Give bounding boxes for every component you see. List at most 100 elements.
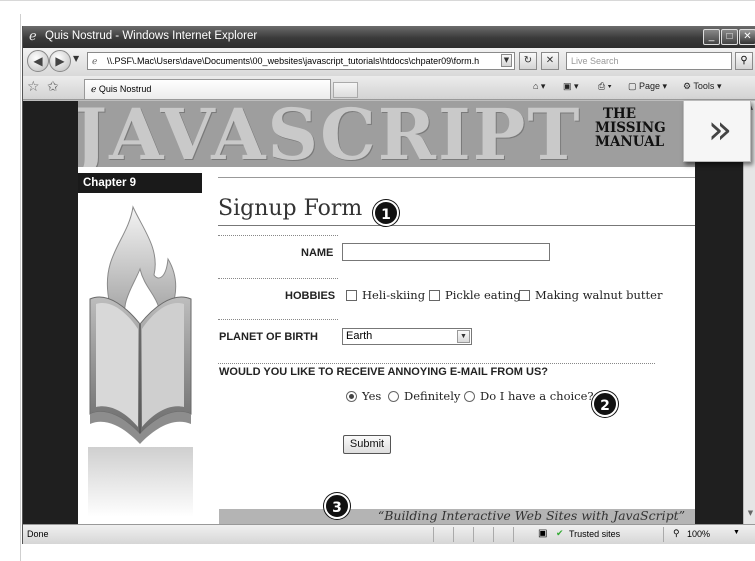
- heading-underline: [218, 225, 695, 226]
- name-input[interactable]: [342, 243, 550, 261]
- email-definitely-radio[interactable]: [388, 391, 399, 402]
- print-icon[interactable]: ⎙ ▾: [598, 81, 611, 92]
- status-separator: [473, 527, 474, 542]
- title-bar: ℯ Quis Nostrud - Windows Internet Explor…: [23, 26, 755, 48]
- address-toolbar: ◀ ▶ ▼ ℯ \\.PSF\.Mac\Users\dave\Documents\…: [23, 48, 755, 76]
- web-page: JAVASCRIPT THE MISSING MANUAL Chapter 9: [78, 101, 695, 524]
- walnut-butter-checkbox[interactable]: [519, 290, 530, 301]
- banner-title: JAVASCRIPT: [78, 101, 582, 167]
- status-separator: [513, 527, 514, 542]
- minimize-button[interactable]: _: [703, 29, 720, 45]
- browser-window: ℯ Quis Nostrud - Windows Internet Explor…: [22, 26, 755, 544]
- search-input[interactable]: Live Search: [566, 52, 732, 70]
- search-icon: ⚲: [740, 55, 748, 66]
- planet-selected-value: Earth: [346, 330, 373, 342]
- favorites-star-icon[interactable]: ☆: [27, 79, 40, 95]
- forward-arrow-icon: ▶: [55, 54, 65, 68]
- status-text: Done: [27, 529, 49, 539]
- page-viewport: JAVASCRIPT THE MISSING MANUAL Chapter 9: [23, 101, 743, 524]
- tab-page-icon: ℯ: [91, 84, 99, 94]
- email-definitely-label: Definitely: [404, 389, 461, 403]
- name-row-divider: [218, 235, 338, 236]
- tools-menu[interactable]: ⚙ Tools ▾: [683, 81, 721, 92]
- chevron-down-icon: ▼: [457, 330, 470, 343]
- footer-bar: “Building Interactive Web Sites with Jav…: [219, 508, 695, 524]
- email-choice-label: Do I have a choice?: [480, 389, 594, 403]
- hobbies-row-divider: [218, 278, 338, 279]
- email-choice-radio[interactable]: [464, 391, 475, 402]
- zoom-icon: ⚲: [673, 528, 680, 538]
- security-zone-label[interactable]: Trusted sites: [569, 529, 620, 539]
- ie-icon: ℯ: [29, 28, 37, 43]
- status-separator: [433, 527, 434, 542]
- walnut-butter-label: Making walnut butter: [535, 288, 663, 302]
- planet-row-divider: [218, 319, 338, 320]
- address-input[interactable]: ℯ \\.PSF\.Mac\Users\dave\Documents\00_web…: [87, 52, 515, 70]
- maximize-button[interactable]: □: [721, 29, 738, 45]
- tab-bar: ☆ ✩ ℯ Quis Nostrud ⌂ ▾ ▣ ▾ ⎙ ▾ ▢ Page ▾ …: [23, 76, 755, 100]
- callout-2: 2: [592, 391, 618, 417]
- callout-1: 1: [373, 200, 399, 226]
- email-yes-label: Yes: [362, 389, 382, 403]
- heli-skiing-checkbox[interactable]: [346, 290, 357, 301]
- planet-select[interactable]: Earth ▼: [342, 328, 472, 345]
- checkmark-icon: ✔: [556, 528, 564, 538]
- zoom-dropdown-icon[interactable]: ▼: [733, 529, 740, 536]
- top-rule: [218, 177, 695, 178]
- home-icon[interactable]: ⌂ ▾: [533, 81, 545, 92]
- protected-mode-icon[interactable]: ▣: [538, 528, 547, 539]
- chapter-label: Chapter 9: [78, 173, 202, 193]
- pickle-eating-label: Pickle eating: [445, 288, 521, 302]
- heli-skiing-label: Heli-skiing: [362, 288, 426, 302]
- page-title: Signup Form: [218, 196, 363, 221]
- submit-button[interactable]: Submit: [343, 435, 391, 454]
- page-menu-label: Page: [639, 81, 661, 91]
- refresh-icon: ↻: [523, 55, 533, 66]
- back-arrow-icon: ◀: [33, 54, 43, 68]
- callout-3: 3: [324, 493, 350, 519]
- logo-line-1: THE: [603, 106, 637, 122]
- vertical-scrollbar[interactable]: ▲ ▼: [743, 101, 755, 524]
- status-separator: [453, 527, 454, 542]
- forward-button[interactable]: ▶: [49, 50, 71, 72]
- status-bar: Done ▣ ✔ Trusted sites ⚲ 100% ▼: [23, 524, 755, 544]
- stop-button[interactable]: ✕: [541, 52, 559, 70]
- address-text: \\.PSF\.Mac\Users\dave\Documents\00_webs…: [107, 56, 480, 66]
- status-separator: [493, 527, 494, 542]
- new-tab-button[interactable]: [333, 82, 358, 98]
- banner: JAVASCRIPT THE MISSING MANUAL: [78, 101, 695, 167]
- footer-tagline: “Building Interactive Web Sites with Jav…: [377, 508, 685, 523]
- gear-icon: ⚙: [683, 81, 692, 91]
- refresh-button[interactable]: ↻: [519, 52, 537, 70]
- email-row-divider: [218, 363, 655, 364]
- outer-border-left: [20, 14, 21, 561]
- window-title: Quis Nostrud - Windows Internet Explorer: [45, 30, 258, 42]
- close-button[interactable]: ✕: [739, 29, 755, 45]
- flaming-book-icon: [88, 205, 193, 517]
- logo-line-2: MISSING: [595, 120, 666, 136]
- stop-icon: ✕: [545, 55, 555, 66]
- search-button[interactable]: ⚲: [735, 52, 753, 70]
- history-dropdown-icon[interactable]: ▼: [73, 54, 79, 63]
- outer-border-top: [0, 0, 755, 1]
- next-chapter-arrow-icon: »: [683, 100, 751, 162]
- back-button[interactable]: ◀: [27, 50, 49, 72]
- tab-title: Quis Nostrud: [98, 84, 152, 94]
- add-favorites-icon[interactable]: ✩: [47, 79, 59, 95]
- planet-label: PLANET OF BIRTH: [219, 331, 318, 343]
- feeds-icon[interactable]: ▣ ▾: [563, 81, 579, 92]
- hobbies-label: HOBBIES: [285, 290, 336, 302]
- address-dropdown-icon[interactable]: ▼: [501, 54, 512, 67]
- tab-quis-nostrud[interactable]: ℯ Quis Nostrud: [84, 79, 331, 99]
- tools-menu-label: Tools: [693, 81, 715, 91]
- zoom-level[interactable]: 100%: [687, 529, 710, 539]
- missing-manual-logo: THE MISSING MANUAL: [595, 107, 666, 149]
- page-menu[interactable]: ▢ Page ▾: [628, 81, 667, 92]
- logo-line-3: MANUAL: [595, 134, 665, 150]
- email-question: WOULD YOU LIKE TO RECEIVE ANNOYING E-MAI…: [219, 366, 548, 378]
- scroll-down-icon[interactable]: ▼: [745, 509, 755, 521]
- name-label: NAME: [301, 247, 334, 259]
- email-yes-radio[interactable]: [346, 391, 357, 402]
- pickle-eating-checkbox[interactable]: [429, 290, 440, 301]
- page-icon: ℯ: [92, 56, 98, 66]
